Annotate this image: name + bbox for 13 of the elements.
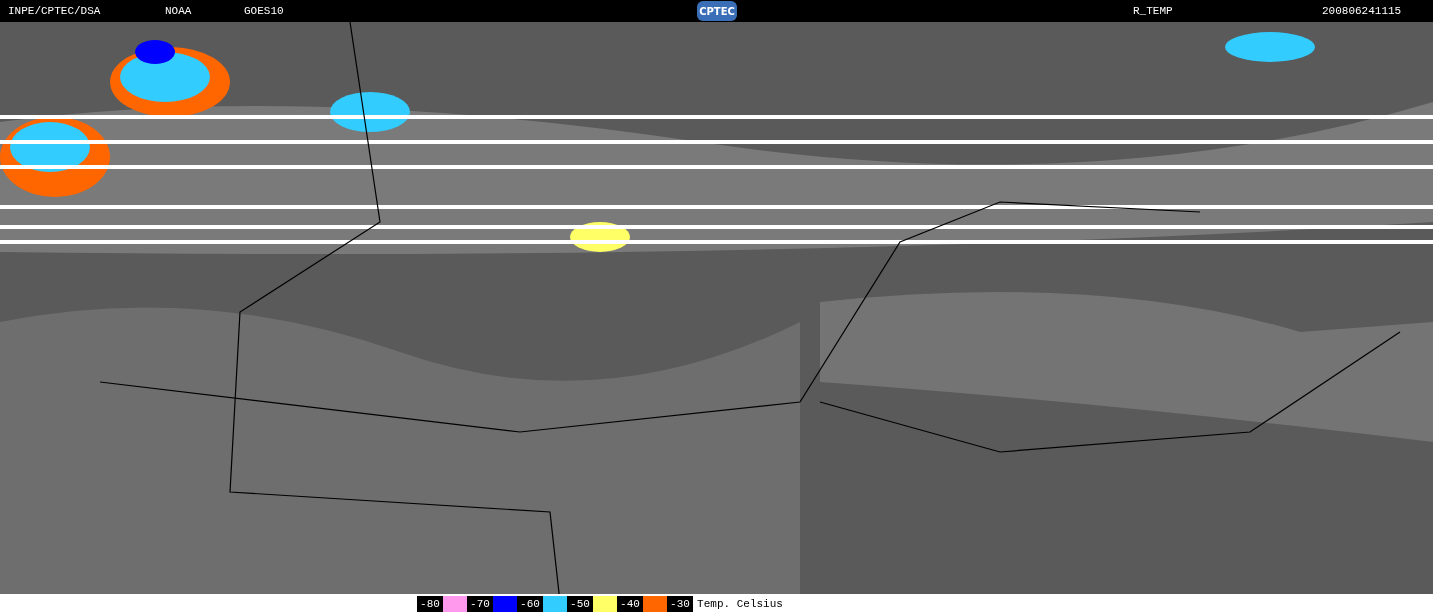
logo: CPTEC <box>697 1 737 21</box>
legend-value: -80 <box>417 596 444 612</box>
legend-value: -60 <box>517 596 544 612</box>
legend-value: -40 <box>617 596 644 612</box>
legend-unit: Temp. Celsius <box>697 598 783 610</box>
legend-value: -50 <box>567 596 594 612</box>
agency-label: NOAA <box>165 5 193 17</box>
product-label: R_TEMP <box>1133 5 1174 17</box>
satellite-label: GOES10 <box>244 5 285 17</box>
legend-value: -70 <box>467 596 494 612</box>
legend-value: -30 <box>667 596 694 612</box>
source-label: INPE/CPTEC/DSA <box>8 5 102 17</box>
timestamp: 200806241115 <box>1322 5 1402 17</box>
